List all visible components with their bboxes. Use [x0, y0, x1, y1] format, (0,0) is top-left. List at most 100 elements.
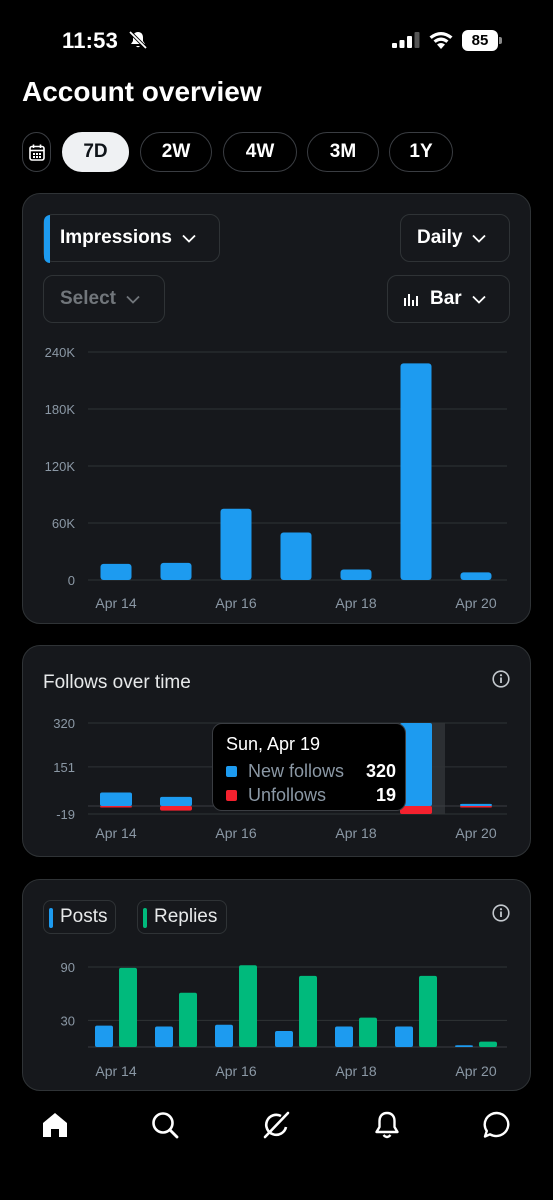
period-select-label: Daily — [417, 227, 463, 248]
tooltip-row-new-follows: New follows 320 — [226, 761, 396, 783]
impressions-bar — [340, 569, 372, 580]
posts-replies-card: Posts Replies 90 30 Apr 14 Apr 16 Apr 18 Apr … — [22, 879, 531, 1091]
chart-type-select[interactable]: Bar — [387, 275, 510, 323]
impressions-chart: 240K 180K 120K 60K 0 Apr 14 Apr 16 Apr 18 Apr 20 — [45, 345, 507, 611]
unfollows-bar — [400, 806, 432, 814]
metric-select-label: Impressions — [60, 227, 172, 248]
grok-icon[interactable] — [261, 1110, 291, 1140]
legend-replies-label: Replies — [154, 906, 218, 927]
legend-posts[interactable]: Posts — [43, 900, 116, 934]
chart-type-select-label: Bar — [430, 288, 462, 309]
tooltip-label: New follows — [248, 761, 345, 781]
y-tick-label: 180K — [45, 402, 76, 417]
unfollows-bar — [460, 806, 492, 808]
hover-highlight — [431, 723, 445, 814]
replies-bar — [359, 1017, 377, 1047]
status-bar: 11:53 85 — [0, 0, 553, 80]
metric-select[interactable]: Impressions — [43, 214, 220, 263]
x-tick-label: Apr 18 — [335, 595, 376, 611]
calendar-icon — [28, 144, 45, 161]
bottom-navigation — [0, 1100, 553, 1200]
unfollows-swatch — [226, 790, 237, 801]
y-tick-label: -19 — [56, 807, 75, 822]
range-1y[interactable]: 1Y — [389, 132, 453, 172]
y-tick-label: 90 — [61, 960, 75, 975]
y-tick-label: 320 — [53, 716, 75, 731]
new-follows-bar — [100, 792, 132, 806]
chevron-down-icon — [472, 234, 487, 243]
replies-bar — [179, 992, 197, 1047]
y-tick-label: 151 — [53, 760, 75, 775]
compare-select[interactable]: Select — [43, 275, 165, 323]
messages-icon[interactable] — [482, 1110, 512, 1140]
tooltip-value: 19 — [375, 785, 396, 805]
metric-color-indicator — [44, 215, 50, 263]
legend-replies[interactable]: Replies — [137, 900, 227, 934]
period-select[interactable]: Daily — [400, 214, 510, 262]
replies-bar — [479, 1041, 497, 1047]
y-tick-label: 0 — [68, 573, 75, 588]
x-tick-label: Apr 20 — [455, 825, 496, 841]
x-tick-label: Apr 20 — [455, 1063, 496, 1079]
posts-replies-chart: 90 30 Apr 14 Apr 16 Apr 18 Apr 20 — [61, 960, 507, 1079]
posts-bar — [215, 1024, 233, 1047]
chevron-down-icon — [126, 295, 140, 304]
tooltip-value: 320 — [365, 761, 396, 781]
y-tick-label: 240K — [45, 345, 76, 360]
replies-bar — [299, 975, 317, 1047]
unfollows-bar — [160, 806, 192, 811]
impressions-bar — [280, 532, 312, 580]
impressions-bar — [400, 363, 432, 580]
impressions-card: Impressions Daily Select Bar 240K 180K 120… — [22, 193, 531, 624]
chevron-down-icon — [472, 295, 486, 304]
legend-posts-label: Posts — [60, 906, 108, 927]
y-tick-label: 120K — [45, 459, 76, 474]
new-follows-bar — [160, 796, 192, 806]
range-4w[interactable]: 4W — [223, 132, 297, 172]
x-tick-label: Apr 20 — [455, 595, 496, 611]
x-tick-label: Apr 16 — [215, 595, 256, 611]
chevron-down-icon — [182, 234, 196, 243]
x-tick-label: Apr 14 — [95, 1063, 136, 1079]
x-tick-label: Apr 14 — [95, 595, 136, 611]
status-time: 11:53 — [62, 28, 119, 53]
tooltip-title: Sun, Apr 19 — [226, 734, 321, 754]
battery-indicator: 85 — [462, 30, 502, 51]
range-7d[interactable]: 7D — [62, 132, 129, 172]
tooltip-row-unfollows: Unfollows 19 — [226, 785, 396, 807]
posts-color-indicator — [49, 908, 53, 928]
impressions-bar — [100, 563, 132, 580]
calendar-button[interactable] — [22, 132, 51, 172]
posts-bar — [155, 1026, 173, 1047]
compare-select-label: Select — [60, 288, 116, 309]
x-tick-label: Apr 14 — [95, 825, 136, 841]
impressions-bar — [220, 508, 252, 580]
replies-color-indicator — [143, 908, 147, 928]
search-icon[interactable] — [150, 1110, 180, 1140]
info-icon[interactable] — [492, 904, 510, 922]
range-3m[interactable]: 3M — [307, 132, 379, 172]
bar-chart-icon — [404, 294, 418, 306]
impressions-bar — [460, 572, 492, 580]
x-tick-label: Apr 18 — [335, 825, 376, 841]
new-follows-bar — [460, 803, 492, 806]
wifi-icon — [429, 32, 453, 49]
range-2w[interactable]: 2W — [140, 132, 212, 172]
notifications-icon[interactable] — [372, 1110, 402, 1140]
x-tick-label: Apr 18 — [335, 1063, 376, 1079]
tooltip-label: Unfollows — [248, 785, 327, 805]
y-tick-label: 60K — [52, 516, 75, 531]
posts-bar — [335, 1026, 353, 1047]
unfollows-bar — [100, 806, 132, 808]
cellular-signal-icon — [392, 32, 420, 48]
page-title: Account overview — [22, 76, 262, 107]
home-icon[interactable] — [40, 1110, 70, 1140]
battery-level: 85 — [462, 30, 498, 51]
info-icon[interactable] — [492, 670, 510, 688]
posts-bar — [395, 1026, 413, 1047]
y-tick-label: 30 — [61, 1013, 75, 1028]
replies-bar — [119, 967, 137, 1047]
replies-bar — [239, 965, 257, 1047]
replies-bar — [419, 975, 437, 1047]
chart-tooltip: Sun, Apr 19 New follows 320 Unfollows 19 — [212, 723, 406, 811]
